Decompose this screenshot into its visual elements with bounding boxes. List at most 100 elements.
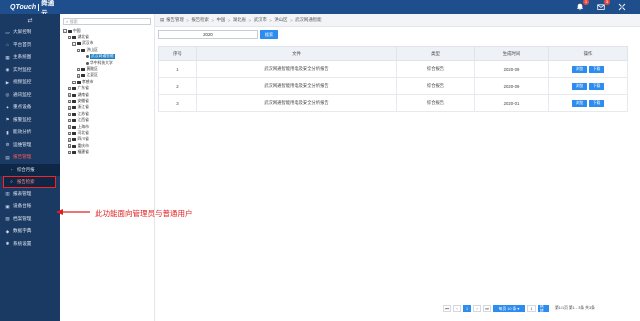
expand-icon[interactable]: + — [72, 80, 76, 85]
sidebar-item-monitor[interactable]: ▭ 大屏控制 — [0, 26, 60, 39]
top-actions: 1 3 — [576, 0, 640, 11]
cell-type: 综合报告 — [396, 60, 475, 78]
building-icon — [85, 61, 89, 65]
column-header: 序号 — [158, 46, 197, 61]
download-button[interactable]: 下载 — [589, 65, 604, 73]
mail-badge: 3 — [604, 0, 610, 5]
cell-time: 2020-01 — [474, 94, 549, 112]
table-row: 1 武汉网通智能用电及安全分析报告 综合报告 2020-09 浏览 下载 — [158, 60, 628, 78]
breadcrumb-item[interactable]: 武汉市 — [254, 17, 267, 23]
sidebar-item-grid[interactable]: ▦ 主系统图 — [0, 51, 60, 64]
sidebar-item-label: 报告检索 — [17, 178, 35, 184]
download-button[interactable]: 下载 — [589, 99, 604, 107]
tree-node-label: 广东省 — [77, 86, 89, 91]
breadcrumb-separator: > — [269, 17, 272, 23]
sidebar-item-label: 运维管理 — [13, 141, 32, 147]
sidebar-item-ledger[interactable]: ▣ 设备台账 — [0, 200, 60, 213]
search-button[interactable]: 搜索 — [260, 30, 278, 39]
sidebar-item-star[interactable]: ✦ 重点设备 — [0, 101, 60, 114]
folder-icon — [72, 87, 76, 91]
expand-icon[interactable]: + — [67, 150, 71, 155]
tree-node[interactable]: + 福建省 — [60, 149, 154, 155]
sidebar-item-label: 能效分析 — [13, 129, 32, 135]
collapse-icon[interactable]: − — [63, 29, 67, 33]
folder-icon — [72, 144, 76, 148]
sidebar-item-camera[interactable]: ◉ 实时监控 — [0, 64, 60, 77]
sidebar-item-report[interactable]: ▤ 报告管理 — [0, 151, 60, 164]
expand-icon[interactable]: + — [67, 112, 71, 117]
expand-icon[interactable]: + — [67, 99, 71, 104]
goto-page-button[interactable]: 跳转 — [538, 304, 549, 313]
wrench-icon: ⚙ — [5, 142, 10, 148]
current-page-button[interactable]: 1 — [463, 305, 471, 312]
breadcrumb-item[interactable]: 武汉网通智能 — [295, 17, 321, 23]
sidebar-item-dictionary[interactable]: ◆ 数据字典 — [0, 225, 60, 238]
prev-page-button[interactable]: ‹ — [453, 305, 461, 312]
expand-icon[interactable]: + — [67, 138, 71, 142]
sidebar-item-settings[interactable]: ✱ 系统设置 — [0, 238, 60, 251]
breadcrumb-item[interactable]: 报告管理 — [166, 17, 184, 23]
sidebar-item-label: 实时监控 — [13, 66, 32, 72]
tree-node-label: 孝感市 — [82, 79, 94, 84]
view-button[interactable]: 浏览 — [572, 99, 587, 107]
expand-icon[interactable]: + — [67, 93, 71, 97]
sidebar-item-video[interactable]: ▶ 视频监控 — [0, 76, 60, 89]
folder-icon — [81, 48, 85, 52]
collapse-icon[interactable]: − — [76, 48, 80, 53]
sidebar-menu-lower: ▥ 报表管理 ▣ 设备台账 ▧ 档案管理 ◆ 数据字典 ✱ 系统设置 — [0, 188, 60, 251]
view-button[interactable]: 浏览 — [572, 65, 587, 73]
collapse-icon[interactable]: − — [72, 42, 76, 46]
expand-icon[interactable]: + — [67, 144, 71, 148]
sidebar-item-label: 综合月报 — [17, 166, 35, 172]
sidebar-item-search[interactable]: ⌕ 报告检索 — [3, 175, 56, 188]
year-field[interactable]: 2020 — [158, 30, 258, 39]
expand-icon[interactable]: + — [67, 125, 71, 129]
cell-file: 武汉网通智能用电及安全分析报告 — [196, 77, 397, 95]
sidebar-item-bar-chart[interactable]: ▮ 能效分析 — [0, 126, 60, 139]
sidebar-item-archive[interactable]: ▧ 档案管理 — [0, 213, 60, 226]
expand-icon[interactable]: + — [76, 67, 80, 72]
table-row: 2 武汉网通智能用电及安全分析报告 综合报告 2020-09 浏览 下载 — [158, 77, 628, 95]
cell-actions: 浏览 下载 — [548, 60, 628, 78]
expand-icon[interactable]: + — [76, 74, 80, 78]
fullscreen-icon[interactable] — [618, 3, 626, 11]
breadcrumb-item[interactable]: 湖北省 — [233, 17, 246, 23]
collapse-icon[interactable]: − — [67, 35, 71, 40]
mail-icon[interactable]: 3 — [597, 0, 610, 11]
menu-toggle-icon[interactable]: ⇄ — [0, 14, 60, 26]
folder-icon — [72, 106, 76, 110]
search-icon: ⌕ — [66, 19, 69, 24]
alarm-icon: ⚑ — [5, 117, 10, 123]
sidebar-item-home[interactable]: ⌂ 平台首页 — [0, 39, 60, 52]
download-button[interactable]: 下载 — [589, 82, 604, 90]
tree-search-input[interactable]: ⌕ 搜索 — [63, 18, 151, 25]
sidebar-item-wrench[interactable]: ⚙ 运维管理 — [0, 139, 60, 152]
column-header: 操作 — [548, 46, 628, 61]
sidebar-item-table[interactable]: ▥ 报表管理 — [0, 188, 60, 201]
tree-node-label: 湖南省 — [77, 92, 89, 97]
column-header: 类型 — [396, 46, 475, 61]
breadcrumb-item[interactable]: 报告检索 — [191, 17, 209, 23]
pagination: ⏮ ‹ 1 › ⏭ 每页 10 条 ▾ 1 跳转 第1/1页 第1 - 3条 共… — [443, 304, 595, 313]
breadcrumb-item[interactable]: 洪山区 — [274, 17, 287, 23]
view-button[interactable]: 浏览 — [572, 82, 587, 90]
table-header: 序号 文件 类型 生成时间 操作 — [158, 46, 628, 61]
expand-icon[interactable]: + — [67, 131, 71, 136]
sidebar-item-alarm[interactable]: ⚑ 报警监控 — [0, 114, 60, 127]
goto-page-input[interactable]: 1 — [527, 305, 536, 312]
expand-icon[interactable]: + — [67, 106, 71, 110]
sidebar-item-doc[interactable]: ▫ 综合月报 — [0, 163, 60, 176]
sidebar-item-signal[interactable]: ◎ 通讯监控 — [0, 89, 60, 102]
next-page-button[interactable]: › — [473, 305, 481, 312]
last-page-button[interactable]: ⏭ — [483, 305, 491, 312]
page-size-select[interactable]: 每页 10 条 ▾ — [493, 305, 525, 312]
tree-node-label: 湖北省 — [77, 35, 89, 40]
first-page-button[interactable]: ⏮ — [443, 305, 451, 312]
tree-node-label: 福建省 — [77, 150, 89, 155]
expand-icon[interactable]: + — [67, 86, 71, 91]
bell-icon[interactable]: 1 — [576, 0, 589, 11]
camera-icon: ◉ — [5, 67, 10, 73]
org-tree: − 中国 − 湖北省 − 武汉市 − 洪山区 武汉网通智能 华中科技大学 + 黄陂区 + 江夏区 + 孝感市 +… — [60, 28, 154, 156]
breadcrumb-item[interactable]: 中国 — [216, 17, 225, 23]
expand-icon[interactable]: + — [67, 118, 71, 123]
